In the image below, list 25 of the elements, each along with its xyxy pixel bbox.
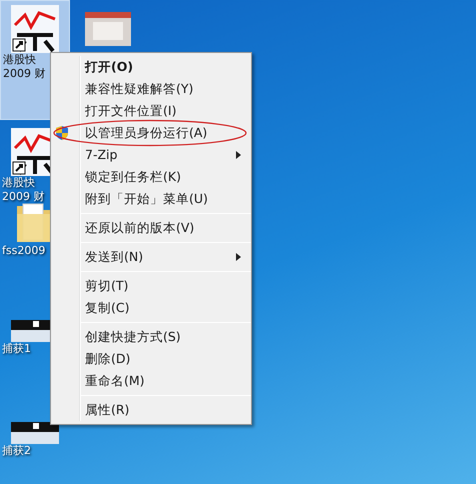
shield-icon xyxy=(54,125,70,141)
icon-label: fss2009 xyxy=(1,244,46,258)
menu-item[interactable]: 以管理员身份运行(A) xyxy=(81,122,251,144)
menu-item[interactable]: 附到「开始」菜单(U) xyxy=(81,188,251,210)
screenshot-thumbnail-icon xyxy=(85,12,131,46)
image-file-icon xyxy=(11,422,59,444)
menu-item[interactable]: 打开文件位置(I) xyxy=(81,100,251,122)
menu-item[interactable]: 兼容性疑难解答(Y) xyxy=(81,78,251,100)
menu-item[interactable]: 复制(C) xyxy=(81,297,251,319)
menu-item[interactable]: 7-Zip xyxy=(81,144,251,166)
menu-item[interactable]: 锁定到任务栏(K) xyxy=(81,166,251,188)
menu-item[interactable]: 还原以前的版本(V) xyxy=(81,217,251,239)
icon-label: 港股快 xyxy=(1,176,35,190)
menu-item[interactable]: 发送到(N) xyxy=(81,246,251,268)
icon-label: 2009 财 xyxy=(2,67,46,81)
icon-label: 2009 财 xyxy=(1,190,44,204)
menu-item[interactable]: 打开(O) xyxy=(81,56,251,78)
icon-label: 港股快 xyxy=(2,53,36,67)
icon-label: 捕获2 xyxy=(1,444,31,458)
menu-item[interactable]: 创建快捷方式(S) xyxy=(81,326,251,348)
icon-label: 捕获1 xyxy=(1,342,31,356)
menu-item[interactable]: 重命名(M) xyxy=(81,370,251,392)
menu-item[interactable]: 剪切(T) xyxy=(81,275,251,297)
menu-item[interactable]: 删除(D) xyxy=(81,348,251,370)
menu-item[interactable]: 属性(R) xyxy=(81,399,251,421)
